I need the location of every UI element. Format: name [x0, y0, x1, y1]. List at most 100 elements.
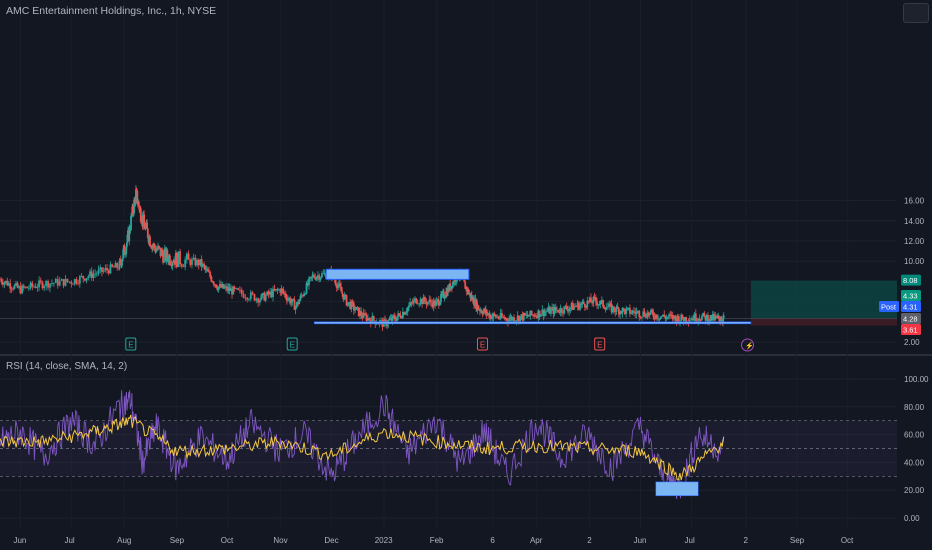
time-axis-tick: Jun	[13, 536, 26, 545]
price-candle	[341, 291, 344, 294]
price-candle	[94, 273, 97, 275]
price-candle	[196, 259, 198, 266]
time-axis-tick: 2023	[375, 536, 393, 545]
price-candle	[368, 317, 371, 321]
price-candle	[43, 286, 46, 289]
price-candle	[526, 314, 529, 317]
price-candle	[197, 259, 200, 266]
price-candle	[398, 313, 401, 315]
price-candle	[209, 272, 212, 277]
earnings-marker-label: E	[128, 341, 133, 350]
price-candle	[602, 300, 604, 307]
price-label-text: 4.31	[903, 303, 918, 312]
price-candle	[73, 279, 76, 285]
time-axis-tick: Feb	[430, 536, 444, 545]
earnings-marker-label: E	[597, 341, 602, 350]
price-candle	[310, 276, 313, 278]
price-candle	[284, 293, 287, 298]
price-candle	[187, 253, 190, 260]
price-candle	[52, 282, 55, 284]
rsi-axis-tick: 100.00	[904, 375, 929, 384]
rsi-highlight-box	[655, 481, 699, 497]
rsi-axis-tick: 20.00	[904, 486, 925, 495]
price-candle	[19, 286, 22, 294]
price-candle	[146, 228, 149, 238]
price-candle	[674, 315, 677, 318]
price-candle	[47, 281, 49, 288]
price-candle	[51, 283, 53, 285]
price-candle	[663, 314, 666, 317]
resistance-box	[325, 268, 470, 280]
price-candle	[248, 298, 250, 300]
price-candle	[246, 297, 249, 300]
support-box	[313, 321, 752, 325]
chart-settings-button[interactable]	[903, 3, 929, 23]
price-candle	[184, 259, 187, 268]
price-candle	[540, 314, 542, 317]
price-candle	[519, 316, 521, 322]
price-candle	[29, 282, 32, 289]
price-candle	[21, 285, 23, 294]
price-candle	[255, 298, 258, 301]
price-candle	[80, 275, 83, 277]
price-candle	[603, 306, 606, 309]
price-candle	[135, 189, 138, 192]
price-candle	[681, 314, 684, 320]
price-candle	[264, 295, 267, 301]
price-candle	[78, 276, 81, 284]
price-candle	[233, 286, 236, 289]
price-candle	[392, 315, 395, 317]
time-axis-tick: Jul	[64, 536, 74, 545]
price-candle	[68, 281, 71, 283]
price-axis-tick: 12.00	[904, 237, 925, 246]
price-candle	[253, 294, 256, 301]
price-candle	[313, 274, 315, 278]
price-candle	[315, 277, 318, 280]
rsi-axis-tick: 0.00	[904, 514, 920, 523]
price-candle	[12, 288, 15, 290]
price-candle	[613, 306, 615, 311]
price-candle	[102, 270, 105, 272]
chart-canvas[interactable]: EEEE⚡2.006.008.0010.0012.0014.0016.000.0…	[0, 0, 932, 550]
price-candle	[72, 283, 74, 285]
price-candle	[429, 299, 432, 303]
time-axis-tick: Oct	[221, 536, 234, 545]
price-candle	[111, 264, 114, 267]
price-candle	[116, 263, 119, 268]
price-candle	[75, 279, 78, 284]
price-label-text: Post	[881, 303, 897, 312]
price-candle	[346, 302, 349, 306]
price-candle	[60, 279, 63, 281]
price-candle	[405, 311, 408, 313]
price-candle	[106, 268, 108, 271]
price-candle	[104, 268, 107, 271]
price-candle	[240, 289, 243, 294]
price-candle	[45, 281, 48, 287]
price-candle	[239, 289, 241, 291]
price-candle	[630, 313, 633, 314]
price-candle	[660, 316, 663, 318]
price-candle	[92, 273, 95, 278]
price-candle	[90, 271, 93, 278]
price-candle	[622, 308, 625, 310]
price-candle	[656, 314, 658, 319]
chart-title: AMC Entertainment Holdings, Inc., 1h, NY…	[6, 5, 217, 17]
price-candle	[175, 252, 178, 268]
price-label-text: 3.61	[903, 326, 918, 335]
price-axis-tick: 10.00	[904, 257, 925, 266]
rsi-indicator-title[interactable]: RSI (14, close, SMA, 14, 2)	[6, 361, 127, 372]
price-candle	[244, 297, 247, 299]
price-candle	[77, 283, 80, 285]
price-candle	[351, 301, 354, 304]
price-candle	[212, 282, 215, 285]
time-axis-tick: Aug	[117, 536, 131, 545]
price-candle	[0, 279, 3, 283]
price-candle	[66, 278, 69, 282]
price-candle	[38, 280, 40, 288]
price-candle	[493, 313, 496, 316]
price-candle	[415, 298, 418, 304]
price-candle	[408, 305, 410, 308]
price-candle	[121, 261, 123, 266]
price-candle	[36, 287, 39, 289]
price-candle	[208, 271, 210, 273]
